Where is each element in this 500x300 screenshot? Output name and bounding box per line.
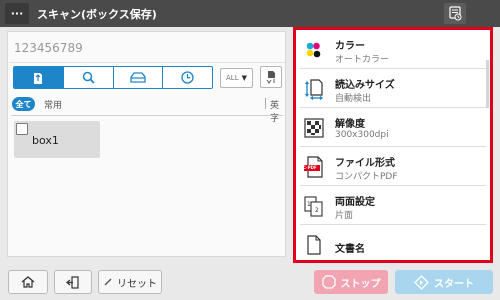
tab-box-list[interactable]: [14, 67, 63, 88]
box-number-input[interactable]: 123456789: [9, 33, 286, 63]
tab-history[interactable]: [162, 67, 212, 88]
box-name: box1: [32, 134, 59, 147]
setting-color[interactable]: カラー オートカラー: [296, 30, 490, 69]
setting-label: 解像度: [335, 119, 365, 130]
setting-label: 読込みサイズ: [335, 80, 395, 91]
box-checkbox[interactable]: [16, 123, 28, 135]
sort-icon: [266, 71, 275, 84]
sort-button[interactable]: [260, 66, 282, 88]
svg-text:2: 2: [315, 207, 319, 214]
setting-value: オートカラー: [335, 55, 390, 65]
box-list-item[interactable]: box1: [14, 121, 100, 158]
eraser-icon: [104, 278, 112, 286]
scan-size-icon: [302, 77, 326, 101]
reset-label: リセット: [117, 278, 157, 290]
box-view-tabs: [13, 66, 213, 89]
start-button[interactable]: スタート: [395, 270, 493, 294]
setting-scan-size[interactable]: 読込みサイズ 自動検出: [296, 69, 490, 108]
filter-alpha-button[interactable]: 英字: [270, 98, 285, 124]
svg-text:1: 1: [307, 201, 311, 208]
box-icon: [34, 72, 43, 84]
setting-label: カラー: [335, 41, 365, 52]
setting-value: コンパクトPDF: [335, 172, 398, 182]
stop-button[interactable]: ストップ: [314, 270, 388, 294]
clock-icon: [181, 71, 194, 84]
page-title: スキャン(ボックス保存): [37, 7, 157, 21]
search-icon: [82, 71, 95, 84]
setting-duplex[interactable]: 1 2 両面設定 片面: [296, 186, 490, 225]
menu-button[interactable]: ···: [5, 3, 29, 24]
all-dropdown-label: ALL: [226, 74, 239, 82]
duplex-icon: 1 2: [302, 194, 326, 218]
start-label: スタート: [434, 278, 474, 290]
box-select-panel: 123456789 ALL ▼ 全て 常用 英字 box1: [7, 31, 286, 257]
color-icon: [302, 38, 326, 62]
home-icon: [21, 276, 35, 288]
file-format-badge: C-PDF: [303, 165, 317, 170]
resolution-icon: [302, 116, 326, 140]
start-icon: [414, 274, 429, 290]
setting-resolution[interactable]: 解像度 300x300dpi: [296, 108, 490, 147]
stop-label: ストップ: [340, 278, 381, 290]
reset-button[interactable]: リセット: [98, 270, 162, 294]
scrollbar[interactable]: [486, 60, 489, 108]
setting-value: 300x300dpi: [335, 130, 389, 140]
bottom-bar: リセット ストップ スタート: [0, 265, 500, 300]
title-bar: ··· スキャン(ボックス保存): [0, 0, 500, 27]
home-button[interactable]: [8, 270, 48, 294]
all-dropdown[interactable]: ALL ▼: [220, 68, 253, 88]
filter-divider: [265, 98, 266, 109]
logout-button[interactable]: [54, 270, 92, 294]
document-name-icon: [302, 233, 326, 257]
setting-value: 片面: [335, 211, 354, 221]
setting-value: 自動検出: [335, 94, 372, 104]
setting-label: 文書名: [335, 244, 365, 255]
file-format-icon: C-PDF: [302, 155, 326, 179]
setting-document-name[interactable]: 文書名: [296, 225, 490, 264]
setting-label: ファイル形式: [335, 158, 395, 169]
chevron-down-icon: ▼: [241, 74, 247, 82]
job-status-icon[interactable]: [444, 3, 466, 24]
stop-icon: [321, 275, 336, 289]
scan-settings-panel: カラー オートカラー 読込みサイズ 自動検出 解像度 300x300dpi C-…: [293, 27, 493, 263]
filter-row: 全て 常用 英字: [12, 96, 285, 124]
tab-search[interactable]: [62, 67, 113, 88]
setting-label: 両面設定: [335, 197, 375, 208]
logout-icon: [66, 275, 79, 289]
tray-icon: [130, 72, 146, 83]
tab-tray[interactable]: [112, 67, 163, 88]
filter-common-button[interactable]: 常用: [44, 98, 62, 111]
filter-all-button[interactable]: 全て: [12, 97, 35, 111]
divider: [11, 115, 283, 116]
setting-file-format[interactable]: C-PDF ファイル形式 コンパクトPDF: [296, 147, 490, 186]
